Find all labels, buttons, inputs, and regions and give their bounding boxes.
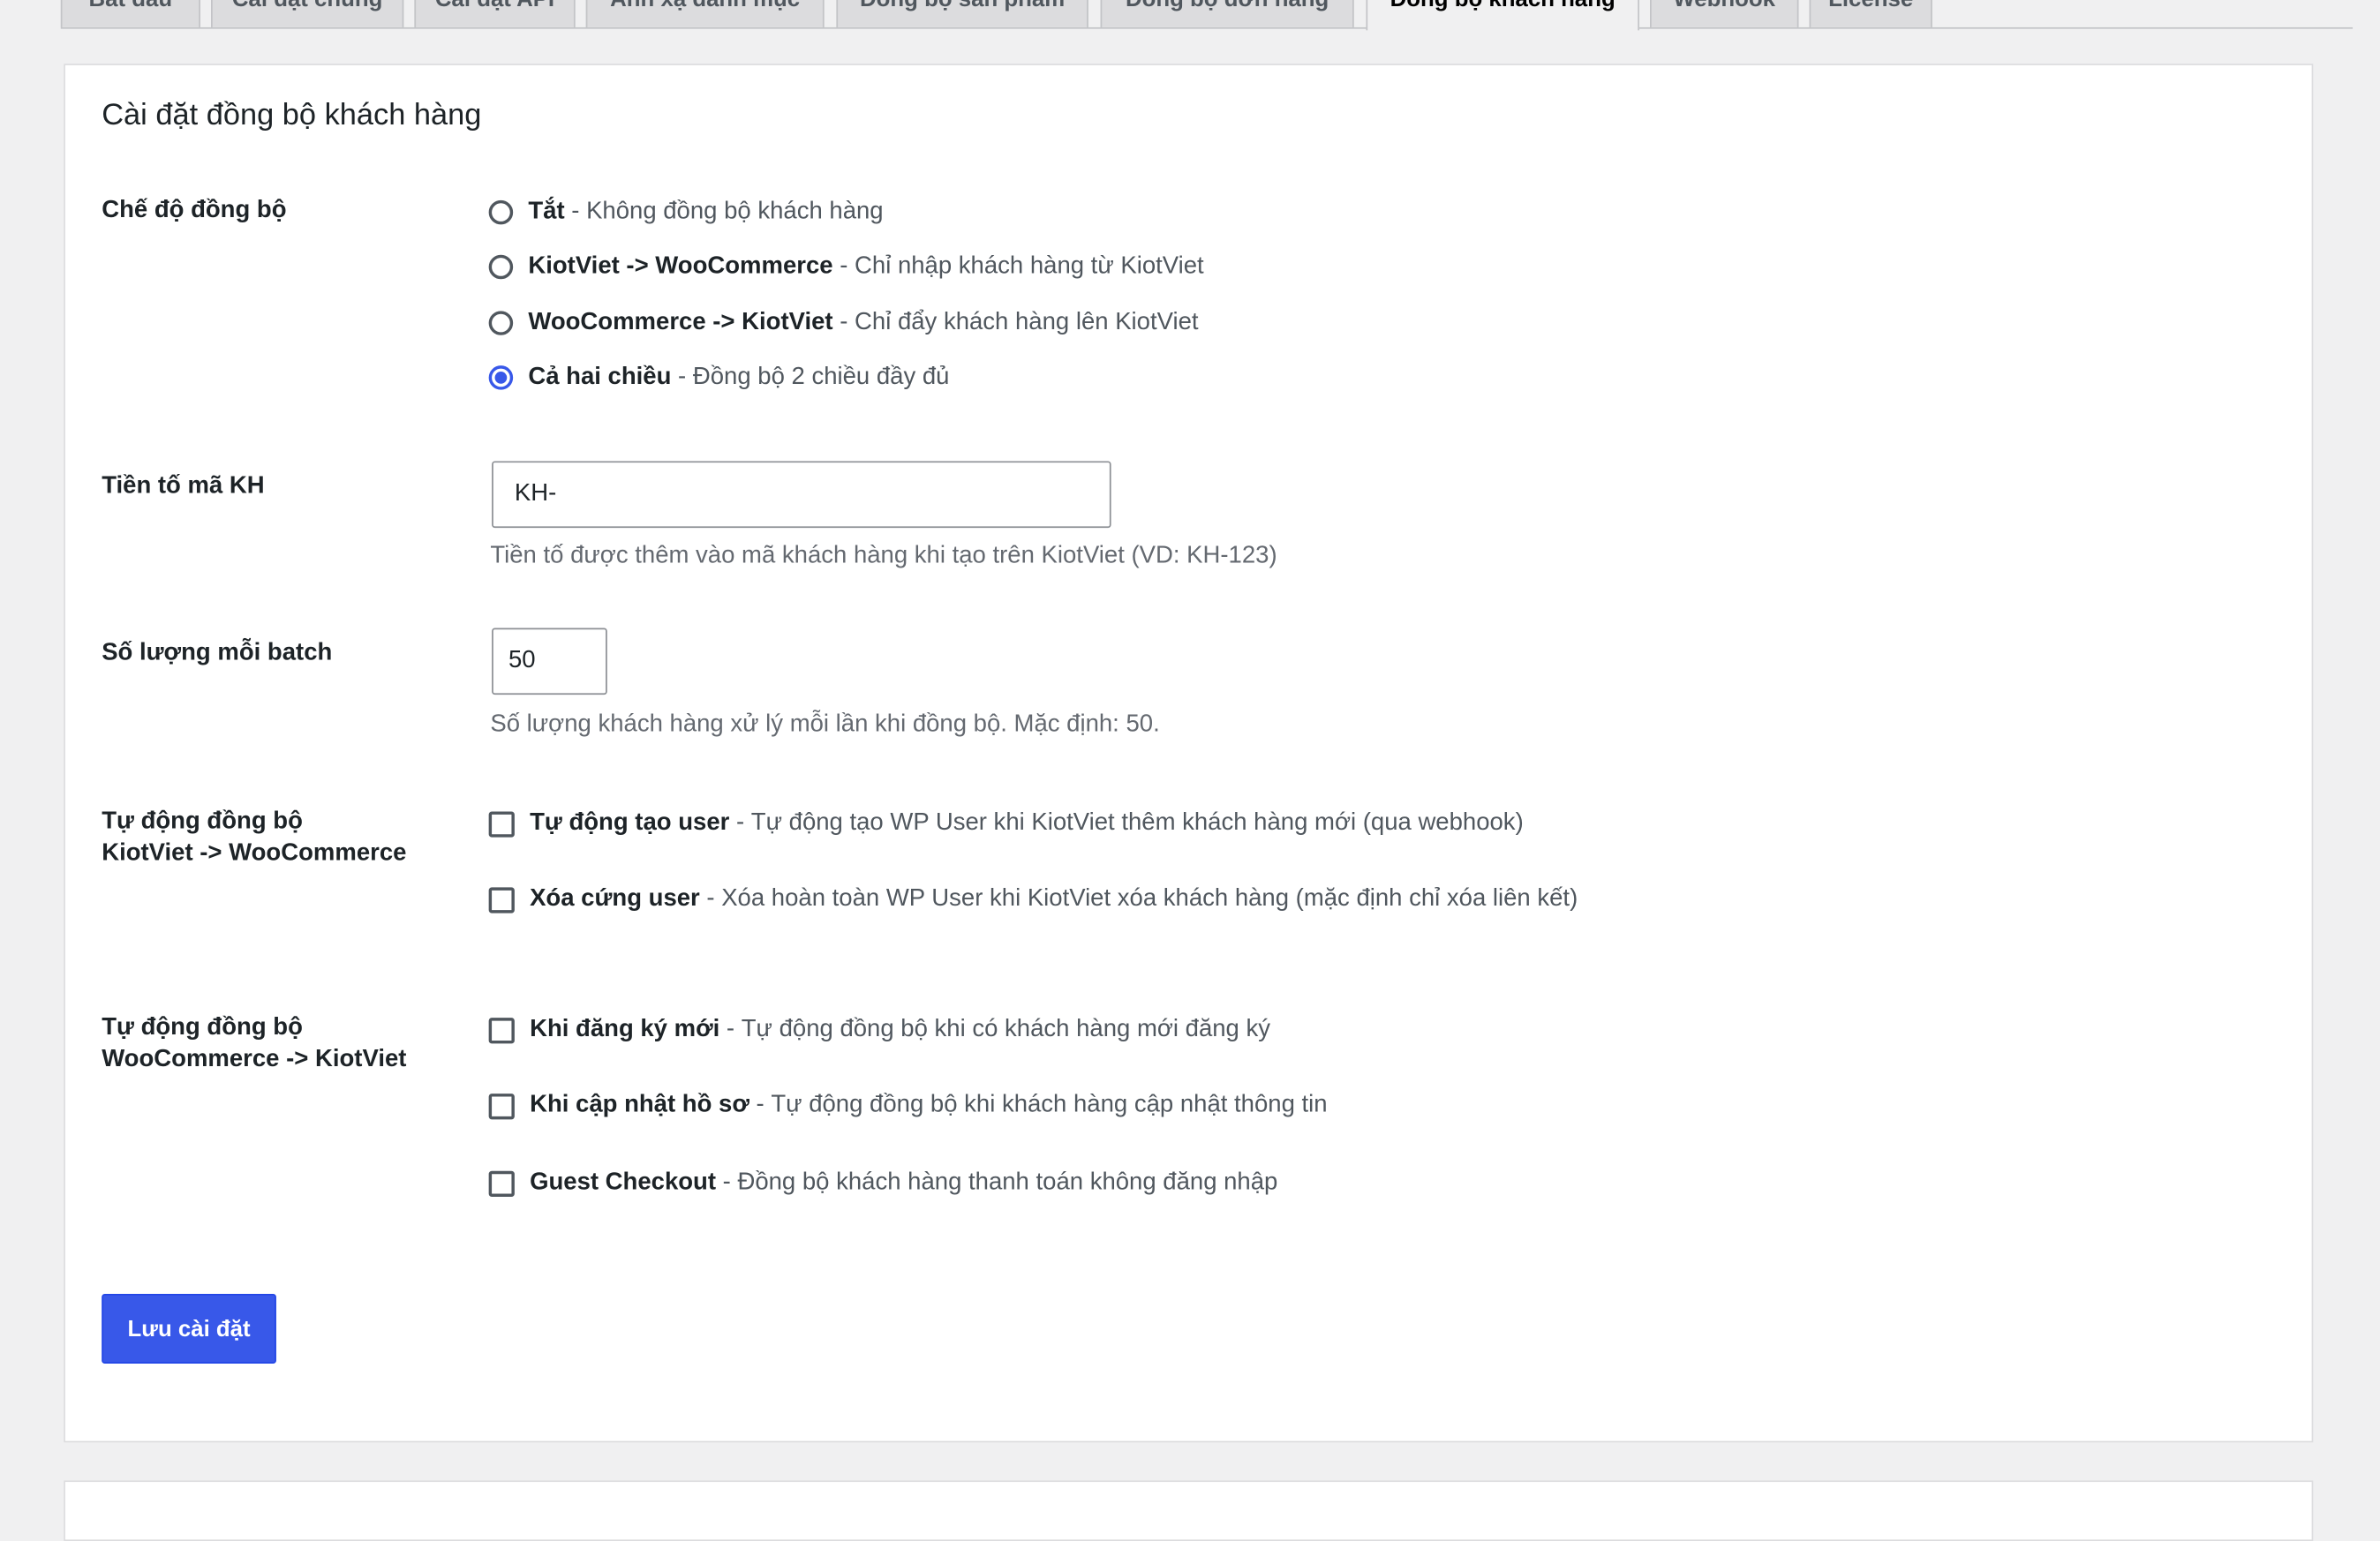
option-description: Đồng bộ 2 chiều đầy đủ — [692, 364, 950, 390]
settings-page: Bắt đầu Cài đặt chung Cài đặt API Ánh xạ… — [0, 0, 2380, 1541]
option-description: Tự động tạo WP User khi KiotViet thêm kh… — [750, 809, 1524, 836]
option-name: Tắt — [528, 199, 565, 225]
option-separator: - — [832, 309, 855, 335]
tab-order-sync[interactable]: Đồng bộ đơn hàng — [1100, 0, 1354, 27]
tab-general-settings[interactable]: Cài đặt chung — [210, 0, 404, 27]
sync-on-register-checkbox[interactable]: Khi đăng ký mới - Tự động đồng bộ khi có… — [488, 1013, 1271, 1047]
batch-size-label: Số lượng mỗi batch — [102, 640, 333, 666]
option-separator: - — [729, 809, 751, 836]
checkbox-unchecked-icon — [488, 1169, 515, 1197]
customer-code-prefix-input[interactable] — [492, 461, 1111, 529]
option-description: Tự động đồng bộ khi có khách hàng mới đă… — [741, 1016, 1271, 1042]
radio-unchecked-icon — [488, 254, 514, 280]
radio-unchecked-icon — [488, 311, 514, 335]
option-name: Guest Checkout — [530, 1169, 717, 1196]
label-line: Tự động đồng bộ — [102, 1014, 303, 1041]
tab-customer-sync[interactable]: Đồng bộ khách hàng — [1366, 0, 1639, 31]
option-name: WooCommerce -> KiotViet — [528, 309, 833, 335]
tab-api-settings[interactable]: Cài đặt API — [414, 0, 576, 27]
option-separator: - — [671, 364, 693, 390]
option-description: Không đồng bộ khách hàng — [586, 199, 884, 225]
label-line: WooCommerce -> KiotViet — [102, 1046, 407, 1073]
tab-product-sync[interactable]: Đồng bộ sản phẩm — [836, 0, 1088, 27]
customer-code-prefix-label: Tiền tố mã KH — [102, 473, 265, 500]
tab-license[interactable]: License — [1809, 0, 1932, 27]
option-description: Chỉ đẩy khách hàng lên KiotViet — [855, 309, 1199, 335]
sync-mode-off-radio[interactable]: Tắt - Không đồng bộ khách hàng — [488, 196, 884, 229]
option-separator: - — [716, 1169, 738, 1196]
option-name: Tự động tạo user — [530, 809, 730, 836]
option-description: Tự động đồng bộ khi khách hàng cập nhật … — [771, 1092, 1328, 1118]
label-line: Tự động đồng bộ — [102, 808, 303, 835]
option-name: Cả hai chiều — [528, 364, 672, 390]
sync-mode-kv-to-wc-radio[interactable]: KiotViet -> WooCommerce - Chỉ nhập khách… — [488, 251, 1204, 284]
option-name: KiotViet -> WooCommerce — [528, 253, 833, 280]
option-separator: - — [699, 885, 722, 912]
option-separator: - — [564, 199, 587, 225]
batch-size-help: Số lượng khách hàng xử lý mỗi lần khi đồ… — [490, 711, 1160, 738]
option-name: Khi cập nhật hồ sơ — [530, 1092, 749, 1118]
sync-mode-both-radio[interactable]: Cả hai chiều - Đồng bộ 2 chiều đầy đủ — [488, 361, 950, 395]
auto-sync-kv-to-wc-label: Tự động đồng bộ KiotViet -> WooCommerce — [102, 806, 406, 869]
batch-size-input[interactable] — [492, 628, 607, 695]
checkbox-unchecked-icon — [488, 810, 515, 837]
label-line: KiotViet -> WooCommerce — [102, 840, 407, 867]
option-name: Khi đăng ký mới — [530, 1016, 720, 1042]
tab-webhook[interactable]: Webhook — [1649, 0, 1799, 27]
radio-checked-icon — [488, 365, 514, 390]
option-separator: - — [749, 1092, 772, 1118]
sync-on-profile-update-checkbox[interactable]: Khi cập nhật hồ sơ - Tự động đồng bộ khi… — [488, 1089, 1328, 1123]
auto-sync-wc-to-kv-label: Tự động đồng bộ WooCommerce -> KiotViet — [102, 1011, 406, 1075]
auto-create-user-checkbox[interactable]: Tự động tạo user - Tự động tạo WP User k… — [488, 807, 1524, 840]
customer-code-prefix-help: Tiền tố được thêm vào mã khách hàng khi … — [490, 543, 1277, 569]
guest-checkout-sync-checkbox[interactable]: Guest Checkout - Đồng bộ khách hàng than… — [488, 1167, 1278, 1200]
checkbox-unchecked-icon — [488, 886, 515, 913]
settings-tabs: Bắt đầu Cài đặt chung Cài đặt API Ánh xạ… — [60, 0, 2354, 31]
section-title: Cài đặt đồng bộ khách hàng — [102, 98, 482, 132]
sync-mode-wc-to-kv-radio[interactable]: WooCommerce -> KiotViet - Chỉ đẩy khách … — [488, 306, 1199, 340]
option-description: Chỉ nhập khách hàng từ KiotViet — [855, 253, 1204, 280]
hard-delete-user-checkbox[interactable]: Xóa cứng user - Xóa hoàn toàn WP User kh… — [488, 883, 1578, 916]
save-settings-button[interactable]: Lưu cài đặt — [102, 1293, 276, 1364]
option-separator: - — [832, 253, 855, 280]
customer-sync-settings-card: Cài đặt đồng bộ khách hàng Chế độ đồng b… — [64, 64, 2314, 1443]
tab-getting-started[interactable]: Bắt đầu — [60, 0, 200, 27]
radio-unchecked-icon — [488, 199, 514, 225]
next-settings-card — [64, 1480, 2314, 1541]
option-name: Xóa cứng user — [530, 885, 700, 912]
tab-category-mapping[interactable]: Ánh xạ danh mục — [585, 0, 825, 27]
sync-mode-label: Chế độ đồng bộ — [102, 197, 287, 223]
checkbox-unchecked-icon — [488, 1093, 515, 1119]
option-description: Xóa hoàn toàn WP User khi KiotViet xóa k… — [721, 885, 1578, 912]
option-description: Đồng bộ khách hàng thanh toán không đăng… — [737, 1169, 1278, 1196]
checkbox-unchecked-icon — [488, 1017, 515, 1043]
option-separator: - — [719, 1016, 742, 1042]
